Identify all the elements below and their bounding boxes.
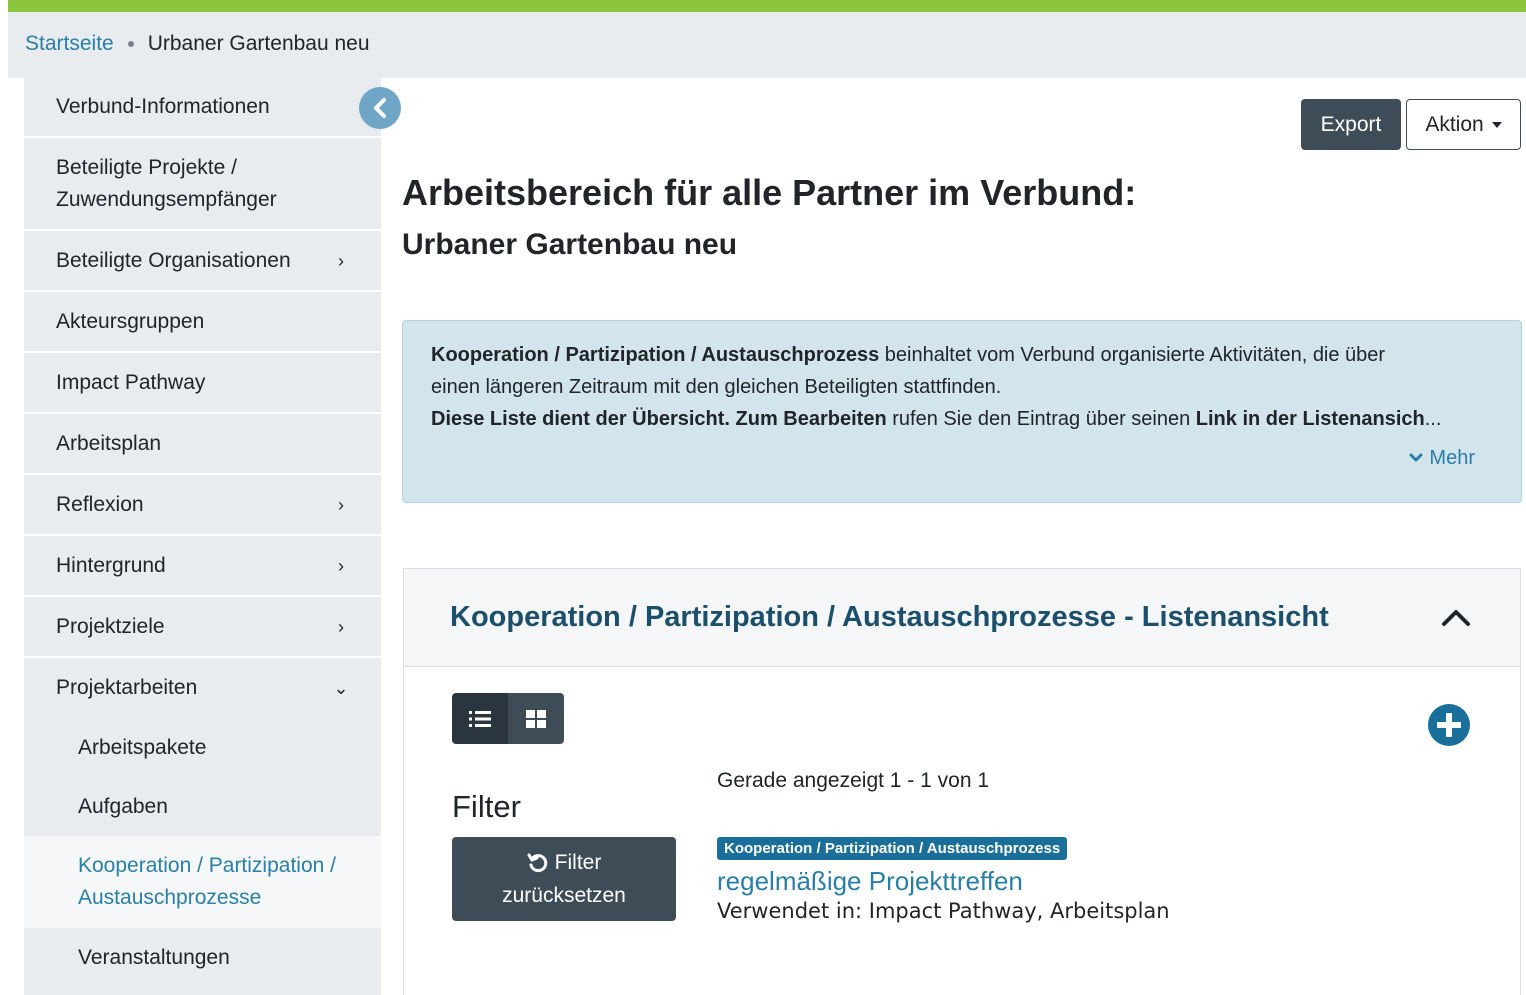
info-line-3-mid: rufen Sie den Eintrag über seinen — [886, 408, 1196, 430]
chevron-up-icon[interactable] — [1440, 606, 1472, 630]
info-line-2: einen längeren Zeitraum mit den gleichen… — [431, 376, 1002, 398]
sidebar-item-arbeitsplan[interactable]: Arbeitsplan — [24, 414, 381, 475]
info-line-3: Diese Liste dient der Übersicht. Zum Bea… — [431, 403, 1493, 435]
collapse-sidebar-button[interactable] — [359, 87, 401, 129]
sidebar-item-hintergrund[interactable]: Hintergrund › — [24, 536, 381, 597]
entry-title-link[interactable]: regelmäßige Projekttreffen — [717, 866, 1023, 897]
sidebar-item-reflexion[interactable]: Reflexion › — [24, 475, 381, 536]
filter-reset-line-1: Filter — [527, 846, 602, 879]
sidebar-item-label: Akteursgruppen — [56, 309, 205, 333]
sidebar-subitem-aufgaben[interactable]: Aufgaben — [24, 778, 381, 836]
chevron-down-icon — [1409, 453, 1423, 462]
chevron-right-icon: › — [338, 250, 344, 271]
info-line-3-ellipsis: ... — [1424, 408, 1442, 430]
sidebar-item-label: Hintergrund — [56, 553, 166, 577]
entry-used-in: Verwendet in: Impact Pathway, Arbeitspla… — [717, 899, 1170, 923]
sidebar-item-label: Impact Pathway — [56, 370, 206, 394]
sidebar-item-label: Arbeitsplan — [56, 431, 162, 455]
caret-down-icon — [1491, 121, 1502, 128]
sidebar-subitem-kooperation-active[interactable]: Kooperation / Partizipation / Austauschp… — [24, 836, 381, 928]
export-button[interactable]: Export — [1301, 99, 1401, 150]
result-count: Gerade angezeigt 1 - 1 von 1 — [717, 769, 990, 792]
sidebar-item-label: Arbeitspakete — [78, 736, 207, 759]
info-line-1: Kooperation / Partizipation / Austauschp… — [431, 339, 1493, 371]
list-icon — [469, 710, 491, 727]
more-toggle[interactable]: Mehr — [1409, 442, 1475, 474]
list-card-header[interactable]: Kooperation / Partizipation / Austauschp… — [404, 569, 1520, 667]
breadcrumb-current: Urbaner Gartenbau neu — [147, 32, 370, 55]
chevron-down-icon: ⌄ — [333, 678, 349, 698]
grid-icon — [526, 709, 546, 728]
sidebar-item-projektziele[interactable]: Projektziele › — [24, 597, 381, 658]
list-card: Kooperation / Partizipation / Austauschp… — [403, 568, 1521, 995]
view-toggle — [452, 693, 564, 744]
info-line-3-bold-1: Diese Liste dient der Übersicht. Zum Bea… — [431, 408, 887, 430]
sidebar-item-label: Reflexion — [56, 492, 144, 516]
page-subtitle: Urbaner Gartenbau neu — [402, 228, 738, 261]
list-view-button[interactable] — [452, 693, 508, 744]
top-bar: Startseite Urbaner Gartenbau neu — [8, 0, 1526, 78]
sidebar-item-beteiligte-organisationen[interactable]: Beteiligte Organisationen › — [24, 231, 381, 292]
entry-type-badge: Kooperation / Partizipation / Austauschp… — [717, 837, 1068, 860]
more-label: Mehr — [1429, 447, 1475, 469]
sidebar-item-label: Veranstaltungen — [78, 946, 230, 969]
sidebar-item-label: Aufgaben — [78, 795, 168, 818]
sidebar-item-impact-pathway[interactable]: Impact Pathway — [24, 353, 381, 414]
aktion-dropdown-button[interactable]: Aktion — [1406, 99, 1521, 150]
grid-view-button[interactable] — [508, 693, 564, 744]
sidebar-item-label: Projektziele — [56, 614, 165, 638]
filter-reset-button[interactable]: Filter zurücksetzen — [452, 837, 676, 921]
sidebar-item-label: Kooperation / Partizipation / Austauschp… — [78, 854, 336, 909]
breadcrumb-home-link[interactable]: Startseite — [25, 32, 114, 56]
info-box: Kooperation / Partizipation / Austauschp… — [402, 320, 1522, 503]
chevron-right-icon: › — [338, 494, 344, 515]
sidebar-item-label: Beteiligte Projekte / Zuwendungsempfänge… — [56, 155, 277, 211]
sidebar-item-label: Verbund-Informationen — [56, 95, 270, 118]
list-card-title: Kooperation / Partizipation / Austauschp… — [450, 601, 1329, 633]
sidebar-subitem-arbeitspakete[interactable]: Arbeitspakete — [24, 718, 381, 778]
sidebar-item-label: Beteiligte Organisationen — [56, 248, 291, 272]
sidebar-item-verbund-informationen[interactable]: Verbund-Informationen — [24, 78, 381, 138]
undo-icon — [527, 853, 547, 872]
filter-reset-label-1: Filter — [554, 851, 602, 874]
sidebar-subitem-veranstaltungen[interactable]: Veranstaltungen — [24, 928, 381, 988]
aktion-label: Aktion — [1425, 112, 1484, 136]
sidebar-item-label: Projektarbeiten — [56, 676, 198, 699]
breadcrumb: Startseite Urbaner Gartenbau neu — [25, 32, 370, 56]
info-line-1-bold: Kooperation / Partizipation / Austauschp… — [431, 344, 880, 366]
filter-title: Filter — [452, 789, 521, 824]
page-title: Arbeitsbereich für alle Partner im Verbu… — [402, 172, 1137, 213]
chevron-right-icon: › — [338, 555, 344, 576]
sidebar-item-beteiligte-projekte[interactable]: Beteiligte Projekte / Zuwendungsempfänge… — [24, 138, 381, 231]
chevron-left-icon — [374, 98, 386, 118]
chevron-right-icon: › — [338, 616, 344, 637]
breadcrumb-separator — [127, 41, 134, 47]
sidebar-nav: Verbund-Informationen Beteiligte Projekt… — [24, 78, 381, 995]
info-line-3-bold-2: Link in der Listenansich — [1195, 408, 1425, 430]
sidebar-item-akteursgruppen[interactable]: Akteursgruppen — [24, 292, 381, 353]
sidebar-item-projektarbeiten[interactable]: Projektarbeiten ⌄ — [24, 658, 381, 718]
plus-circle-icon[interactable] — [1427, 703, 1471, 747]
filter-reset-label-2: zurücksetzen — [502, 884, 626, 907]
info-line-1-rest: beinhaltet vom Verbund organisierte Akti… — [879, 344, 1386, 366]
